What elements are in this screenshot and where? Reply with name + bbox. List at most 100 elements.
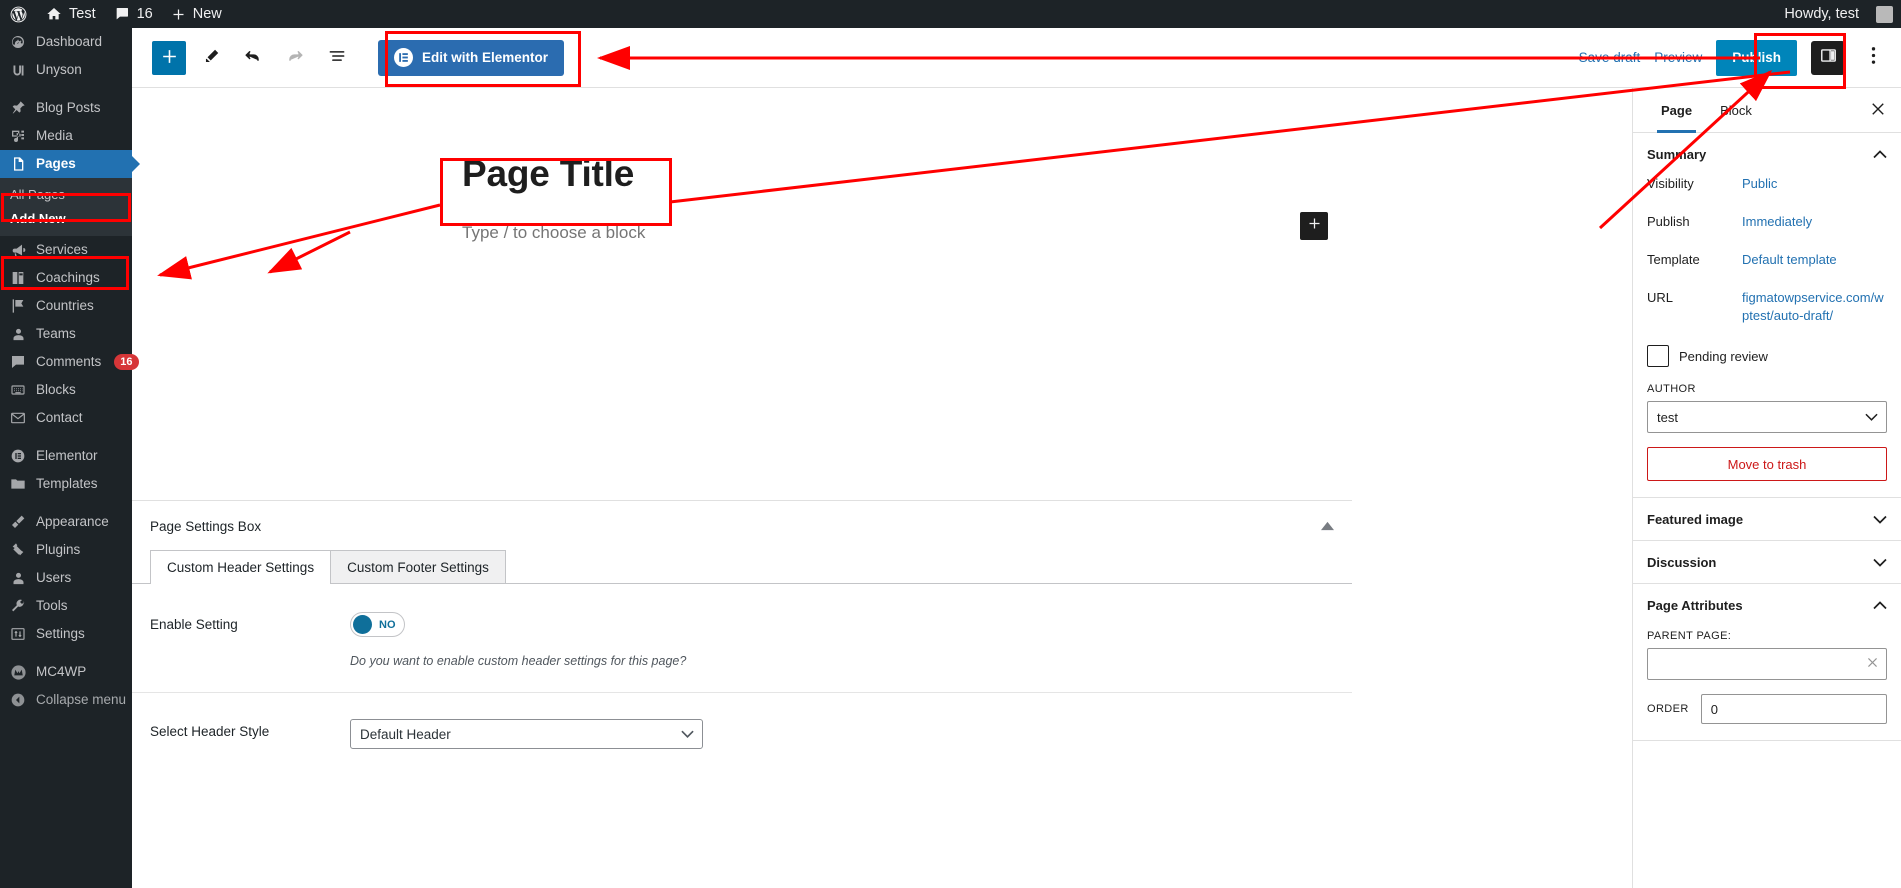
sidebar-subitem-label: Add New [10,210,66,226]
header-style-field: Default Header [350,719,1334,749]
row-value[interactable]: Public [1742,175,1887,194]
sidebar-subitem-all-pages[interactable]: All Pages [0,182,132,206]
sidebar-item-appearance[interactable]: Appearance [0,508,132,536]
block-inserter-button[interactable] [152,40,186,75]
sidebar-item-pages[interactable]: Pages [0,150,132,178]
edit-with-elementor-label: Edit with Elementor [422,50,549,65]
row-key: Publish [1647,213,1690,229]
default-block-placeholder[interactable]: Type / to choose a block [462,223,645,243]
sidebar-item-dashboard[interactable]: Dashboard [0,28,132,56]
avatar [1876,5,1893,23]
new-content-button[interactable]: New [162,0,231,28]
enable-setting-label: Enable Setting [150,617,238,632]
tab-page[interactable]: Page [1647,88,1706,133]
sidebar-item-elementor[interactable]: Elementor [0,442,132,470]
discussion-panel-header[interactable]: Discussion [1633,541,1901,583]
summary-panel-body: Visibility Public Publish Immediately Te… [1633,175,1901,497]
chevron-down-icon [1865,410,1878,425]
sidebar-item-settings[interactable]: Settings [0,620,132,648]
dashboard-icon [9,33,27,51]
edit-with-elementor-button[interactable]: Edit with Elementor [378,39,565,76]
sidebar-item-collapse-menu[interactable]: Collapse menu [0,686,132,714]
sidebar-item-teams[interactable]: Teams [0,320,132,348]
flag-icon [9,297,27,315]
settings-sidebar-toggle-button[interactable] [1811,40,1845,75]
undo-button[interactable] [236,41,270,75]
site-name-button[interactable]: Test [37,0,105,28]
comment-icon [114,6,130,22]
sidebar-item-label: Blocks [36,382,76,398]
pending-review-checkbox[interactable] [1647,345,1669,368]
tab-label: Block [1720,102,1752,118]
pencil-icon [202,47,221,69]
header-style-label: Select Header Style [150,724,270,739]
summary-panel-header[interactable]: Summary [1633,133,1901,175]
row-value[interactable]: Default template [1742,251,1887,270]
tools-edit-button[interactable] [194,41,228,75]
sidebar-item-services[interactable]: Services [0,236,132,264]
sidebar-item-countries[interactable]: Countries [0,292,132,320]
pages-submenu: All Pages Add New [0,178,132,236]
chevron-down-icon [1873,512,1887,527]
redo-button[interactable] [278,41,312,75]
save-draft-button[interactable]: Save draft [1579,50,1641,65]
clear-icon[interactable] [1866,656,1879,672]
move-to-trash-button[interactable]: Move to trash [1647,447,1887,482]
parent-page-input[interactable] [1647,648,1887,681]
document-overview-button[interactable] [320,41,354,75]
header-style-select[interactable]: Default Header [350,719,703,749]
wp-admin-bar: Test 16 New Howdy, test [0,0,1901,28]
howdy-label[interactable]: Howdy, test [1775,0,1868,28]
featured-image-panel-header[interactable]: Featured image [1633,498,1901,540]
metabox-collapse-toggle[interactable] [1321,519,1334,534]
sidebar-item-coachings[interactable]: Coachings [0,264,132,292]
sidebar-subitem-add-new[interactable]: Add New [0,206,132,230]
header-style-row: Select Header Style Default Header [132,693,1352,773]
new-label: New [192,6,222,22]
sidebar-item-mc4wp[interactable]: MC4WP [0,658,132,686]
tab-custom-footer-settings[interactable]: Custom Footer Settings [330,550,506,583]
sidebar-item-media[interactable]: Media [0,122,132,150]
plug-icon [9,541,27,559]
tab-block[interactable]: Block [1706,88,1766,133]
publish-button[interactable]: Publish [1716,39,1797,76]
sidebar-item-templates[interactable]: Templates [0,470,132,498]
pending-review-label: Pending review [1679,348,1768,364]
page-attributes-panel: Page Attributes PARENT PAGE: ORDER 0 [1633,584,1901,742]
tab-label: Custom Header Settings [167,559,315,575]
sidebar-item-unyson[interactable]: Unyson [0,56,132,84]
sidebar-item-label: Coachings [36,270,100,286]
author-select[interactable]: test [1647,401,1887,434]
close-settings-button[interactable] [1865,97,1891,123]
enable-setting-toggle[interactable]: NO [350,612,405,637]
sidebar-item-comments[interactable]: Comments 16 [0,348,139,376]
post-title-input[interactable]: Page Title [462,153,634,195]
preview-button[interactable]: Preview [1654,50,1702,65]
inline-block-inserter-button[interactable] [1300,212,1328,240]
row-value[interactable]: Immediately [1742,213,1887,232]
more-options-button[interactable] [1859,41,1887,75]
sidebar-item-plugins[interactable]: Plugins [0,536,132,564]
wp-logo-button[interactable] [0,0,37,28]
tab-custom-header-settings[interactable]: Custom Header Settings [150,550,332,584]
blocks-icon [9,381,27,399]
page-attributes-panel-header[interactable]: Page Attributes [1633,584,1901,626]
featured-image-title: Featured image [1647,511,1744,527]
sidebar-item-label: Dashboard [36,34,103,50]
sidebar-item-label: Collapse menu [36,692,127,708]
sidebar-item-users[interactable]: Users [0,564,132,592]
sidebar-item-blocks[interactable]: Blocks [0,376,132,404]
row-key: Visibility [1647,176,1694,191]
wrench-icon [9,597,27,615]
plus-icon [1307,216,1322,236]
row-value[interactable]: figmatowpservice.com/wptest/auto-draft/ [1742,289,1887,327]
order-input[interactable]: 0 [1700,694,1887,725]
editor-toolbar: Edit with Elementor Save draft Preview P… [132,28,1901,88]
sidebar-item-tools[interactable]: Tools [0,592,132,620]
enable-setting-field: NO Do you want to enable custom header s… [350,612,1334,668]
editor-toolbar-left: Edit with Elementor [132,39,565,76]
sidebar-item-contact[interactable]: Contact [0,404,132,432]
envelope-icon [9,409,27,427]
sidebar-item-blog-posts[interactable]: Blog Posts [0,94,132,122]
comments-bubble-button[interactable]: 16 [105,0,162,28]
